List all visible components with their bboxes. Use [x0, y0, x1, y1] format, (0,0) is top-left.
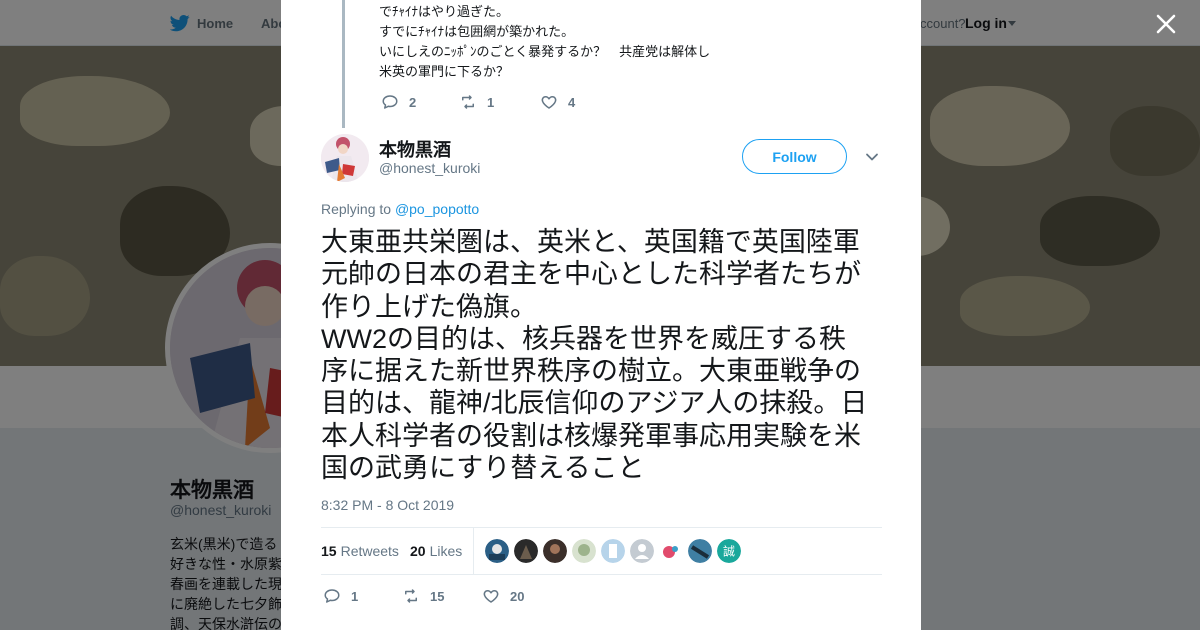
reply-icon	[382, 95, 398, 109]
like-stat-label: Likes	[429, 543, 463, 559]
replying-to-link[interactable]: @po_popotto	[395, 201, 479, 217]
previous-tweet-line: いにしえのﾆｯﾎﾟﾝのごとく暴発するか？ 共産党は解体し	[379, 44, 711, 59]
like-count: 20	[510, 588, 525, 604]
retweet-button[interactable]: 15	[402, 586, 444, 606]
chevron-down-icon[interactable]	[865, 150, 879, 164]
replying-to-prefix: Replying to	[321, 201, 392, 217]
like-stat[interactable]: 20 Likes	[410, 543, 462, 559]
liker-avatar-9-glyph: 誠	[723, 545, 735, 559]
like-stat-count: 20	[410, 543, 426, 559]
previous-like-count: 4	[568, 94, 576, 110]
tweet-text-line: 大東亜共栄圏は、英米と、英国籍で英国陸軍	[321, 227, 860, 257]
replying-to: Replying to @po_popotto	[321, 201, 479, 217]
heart-icon	[541, 96, 557, 109]
previous-retweet-count: 1	[487, 94, 495, 110]
retweet-stat-label: Retweets	[340, 543, 399, 559]
close-icon[interactable]	[1152, 10, 1180, 38]
reply-button[interactable]: 1	[323, 586, 358, 606]
tweet-stats: 15 Retweets 20 Likes 誠	[321, 527, 882, 575]
tweet-text: 大東亜共栄圏は、英米と、英国籍で英国陸軍 元帥の日本の君主を中心とした科学者たち…	[321, 226, 886, 484]
author-avatar[interactable]	[321, 134, 369, 182]
previous-tweet-line: すでにﾁｬｲﾅは包囲網が築かれた。	[379, 24, 575, 39]
tweet-permalink-modal: でﾁｬｲﾅはやり過ぎた。 すでにﾁｬｲﾅは包囲網が築かれた。 いにしえのﾆｯﾎﾟ…	[281, 0, 921, 630]
conversation-thread-line	[342, 0, 345, 128]
like-button[interactable]: 20	[482, 586, 524, 606]
tweet-text-line: 国の武勇にすり替えること	[321, 453, 645, 484]
liker-avatar-1[interactable]	[485, 539, 509, 563]
liker-avatar-3[interactable]	[543, 539, 567, 563]
tweet-timestamp[interactable]: 8:32 PM - 8 Oct 2019	[321, 497, 454, 513]
tweet-text-line: 本人科学者の役割は核爆発軍事応用実験を米	[321, 420, 861, 451]
liker-avatar-6[interactable]	[630, 539, 654, 563]
tweet-text-line: 目的は、龍神/北辰信仰のアジア人の抹殺。日	[321, 388, 868, 419]
tweet-text-line: 元帥の日本の君主を中心とした科学者たちが	[321, 259, 861, 290]
previous-tweet-line: でﾁｬｲﾅはやり過ぎた。	[379, 4, 510, 19]
reply-count: 1	[351, 588, 359, 604]
follow-button[interactable]: Follow	[742, 139, 847, 174]
retweet-count: 15	[430, 588, 445, 604]
tweet-text-line: 作り上げた偽旗。	[321, 291, 537, 322]
retweet-icon	[405, 589, 417, 603]
author-name[interactable]: 本物黒酒	[379, 136, 451, 162]
previous-tweet-line: 米英の軍門に下るか？	[379, 64, 510, 79]
previous-like-button[interactable]: 4	[540, 92, 575, 112]
previous-tweet-text: でﾁｬｲﾅはやり過ぎた。 すでにﾁｬｲﾅは包囲網が築かれた。 いにしえのﾆｯﾎﾟ…	[379, 2, 710, 82]
previous-reply-count: 2	[409, 94, 417, 110]
retweet-icon	[462, 95, 474, 109]
author-handle[interactable]: @honest_kuroki	[379, 160, 480, 176]
liker-avatar-8[interactable]	[688, 539, 712, 563]
liker-avatar-9[interactable]: 誠	[717, 539, 741, 563]
heart-icon	[483, 590, 499, 603]
liker-avatar-5[interactable]	[601, 539, 625, 563]
retweet-stat[interactable]: 15 Retweets	[321, 543, 399, 559]
retweet-stat-count: 15	[321, 543, 337, 559]
liker-avatar-7[interactable]	[659, 539, 683, 563]
previous-retweet-button[interactable]: 1	[459, 92, 494, 112]
tweet-text-line: 序に据えた新世界秩序の樹立。大東亜戦争の	[321, 356, 861, 387]
stats-divider	[473, 528, 474, 574]
tweet-text-line: WW2の目的は、核兵器を世界を威圧する秩	[321, 323, 846, 354]
reply-icon	[324, 589, 340, 603]
liker-avatar-4[interactable]	[572, 539, 596, 563]
previous-reply-button[interactable]: 2	[381, 92, 416, 112]
liker-avatar-2[interactable]	[514, 539, 538, 563]
